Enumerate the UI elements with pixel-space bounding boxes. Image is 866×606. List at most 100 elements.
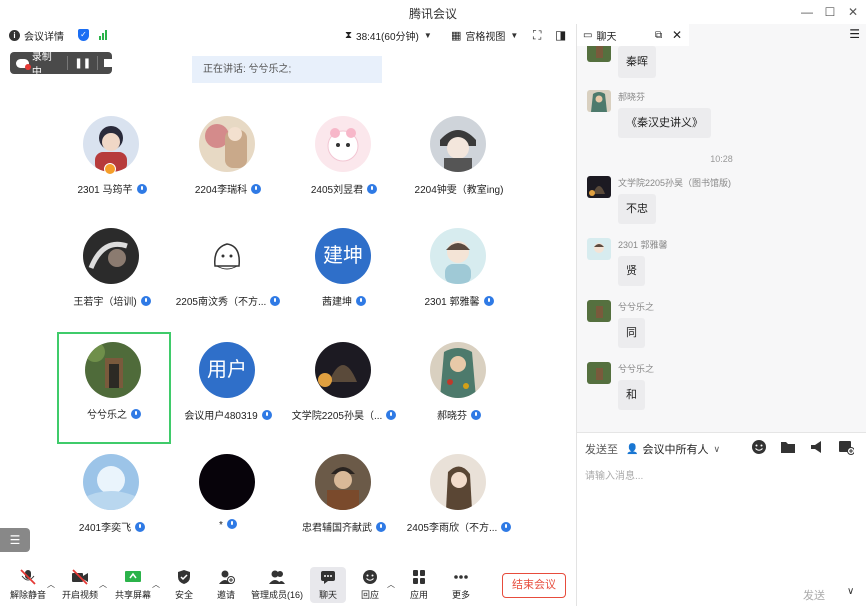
grid-view-icon: ▦ (451, 29, 462, 42)
participant-name: 会议用户480319 (184, 411, 258, 422)
sender-name: 兮兮乐之 (618, 302, 655, 312)
participant-tile[interactable]: 王若宇（培训) (55, 218, 169, 330)
more-button[interactable]: 更多 (439, 569, 483, 601)
participant-tile[interactable]: * (171, 444, 285, 556)
participant-tile[interactable]: 2405李雨欣（不方... (402, 444, 516, 556)
chevron-up-icon[interactable]: ︿ (99, 579, 107, 590)
announcement-icon[interactable] (809, 439, 825, 455)
chevron-up-icon[interactable]: ︿ (387, 579, 395, 590)
avatar (587, 90, 611, 112)
participant-tile[interactable]: 郝晓芬 (402, 332, 516, 444)
participant-name: 2405刘昱君 (310, 185, 364, 196)
video-off-icon (72, 569, 88, 585)
send-to-target: 会议中所有人 (642, 444, 709, 456)
fullscreen-icon[interactable]: ⛶ (533, 27, 541, 43)
participant-tile[interactable]: 2401李奕飞 (55, 444, 169, 556)
avatar (430, 342, 486, 398)
video-grid: 录制中 ❚❚ 正在讲话: 兮兮乐之; 2301 马筠芊 2204李瑞科 2405… (0, 46, 576, 561)
sender-name: 2301 郭雅馨 (618, 240, 668, 250)
chat-header: ▭ 聊天 ⧉ ✕ ☰ (577, 24, 866, 46)
message-bubble: 贤 (618, 256, 645, 286)
invite-button[interactable]: 邀请 (204, 569, 248, 601)
close-chat-icon[interactable]: ✕ (672, 28, 682, 42)
unmute-label: 解除静音 (9, 590, 46, 600)
members-icon (269, 570, 285, 584)
manage-members-button[interactable]: 管理成员(16) (250, 569, 304, 601)
chevron-up-icon[interactable]: ︿ (47, 579, 55, 590)
shield-icon (178, 570, 190, 584)
send-to-selector[interactable]: 发送至 👤 会议中所有人 ∨ (585, 441, 720, 457)
mic-icon (251, 184, 262, 194)
chevron-up-icon[interactable]: ︿ (152, 579, 160, 590)
mic-icon (367, 184, 378, 194)
stop-recording-button[interactable] (104, 59, 112, 67)
participant-name: 2205南汶秀（不方... (175, 297, 267, 308)
emoji-icon[interactable] (751, 439, 767, 455)
participant-tile[interactable]: 忠君辅国齐献武 (287, 444, 401, 556)
participant-tile[interactable]: 2301 郭雅馨 (402, 218, 516, 330)
minimize-icon[interactable]: — (796, 2, 818, 22)
security-shield-icon[interactable]: ✓ (78, 27, 89, 43)
more-label: 更多 (451, 590, 470, 600)
muted-mic-icon (20, 569, 36, 585)
chat-button[interactable]: 聊天 (310, 567, 346, 603)
send-button[interactable]: 发送 (803, 587, 825, 603)
mic-icon (131, 409, 141, 419)
participant-name: 郝晓芬 (437, 411, 467, 422)
participant-name: 2204钟雯（教室ing) (414, 185, 504, 196)
mic-icon (471, 410, 481, 420)
share-screen-label: 共享屏幕 (114, 590, 151, 600)
meeting-details-button[interactable]: i 会议详情 (9, 27, 64, 43)
mic-icon (140, 296, 151, 306)
folder-icon[interactable] (780, 439, 796, 455)
member-list-toggle-icon[interactable]: ☰ (0, 528, 30, 552)
chevron-down-icon[interactable]: ∨ (847, 586, 854, 597)
more-icon (454, 575, 468, 579)
message-bubble: 《秦汉史讲义》 (618, 108, 711, 138)
emoji-icon (363, 570, 377, 584)
apps-button[interactable]: 应用 (397, 569, 441, 601)
avatar (85, 342, 141, 398)
end-meeting-button[interactable]: 结束会议 (502, 573, 566, 598)
image-add-icon[interactable] (838, 439, 855, 455)
pause-recording-button[interactable]: ❚❚ (74, 58, 91, 69)
participant-tile[interactable]: 2205南汶秀（不方... (171, 218, 285, 330)
security-label: 安全 (174, 590, 193, 600)
chat-icon: ▭ (583, 29, 593, 41)
chat-panel: ▭ 聊天 ⧉ ✕ ☰ 秦晖 郝晓芬 《秦汉史讲义》 10:28 文学院2205孙… (576, 24, 866, 606)
unmute-button[interactable]: 解除静音 (6, 569, 50, 601)
participant-name: 2204李瑞科 (194, 185, 248, 196)
participant-tile[interactable]: 2301 马筠芊 (55, 106, 169, 218)
chevron-down-icon: ▼ (510, 30, 519, 40)
tab-chat[interactable]: ▭ 聊天 ⧉ ✕ (577, 24, 689, 46)
participant-name: 2301 马筠芊 (77, 185, 133, 196)
participant-tile-active-speaker[interactable]: 兮兮乐之 (57, 332, 171, 444)
avatar (315, 116, 371, 172)
maximize-icon[interactable]: ☐ (819, 2, 841, 22)
participant-tile[interactable]: 2204钟雯（教室ing) (402, 106, 516, 218)
avatar (587, 176, 611, 198)
participant-tile[interactable]: 2405刘昱君 (287, 106, 401, 218)
share-screen-button[interactable]: 共享屏幕 (111, 569, 155, 601)
avatar (587, 46, 611, 62)
participant-tile[interactable]: 文学院2205孙昊（... (287, 332, 401, 444)
close-window-icon[interactable]: ✕ (842, 2, 864, 22)
manage-members-label: 管理成员(16) (250, 590, 303, 600)
apps-icon (413, 570, 425, 584)
reactions-button[interactable]: 回应 (348, 569, 392, 601)
mic-icon (226, 519, 237, 529)
participant-tile[interactable]: 建坤 茜建坤 (287, 218, 401, 330)
timer-dropdown[interactable]: ⧗ 38:41(60分钟) ▼ (345, 27, 432, 43)
message-input[interactable]: 请输入消息... (585, 467, 643, 482)
participant-tile[interactable]: 2204李瑞科 (171, 106, 285, 218)
security-button[interactable]: 安全 (162, 569, 206, 601)
avatar (199, 454, 255, 510)
participant-tile[interactable]: 用户 会议用户480319 (171, 332, 285, 444)
network-signal-icon[interactable] (99, 27, 107, 43)
menu-icon[interactable]: ☰ (849, 27, 860, 41)
side-panel-icon[interactable]: ◨ (555, 27, 566, 43)
mic-icon (501, 522, 512, 532)
popout-icon[interactable]: ⧉ (655, 30, 662, 41)
start-video-button[interactable]: 开启视频 (58, 569, 102, 601)
view-dropdown[interactable]: ▦ 宫格视图 ▼ (451, 27, 518, 43)
